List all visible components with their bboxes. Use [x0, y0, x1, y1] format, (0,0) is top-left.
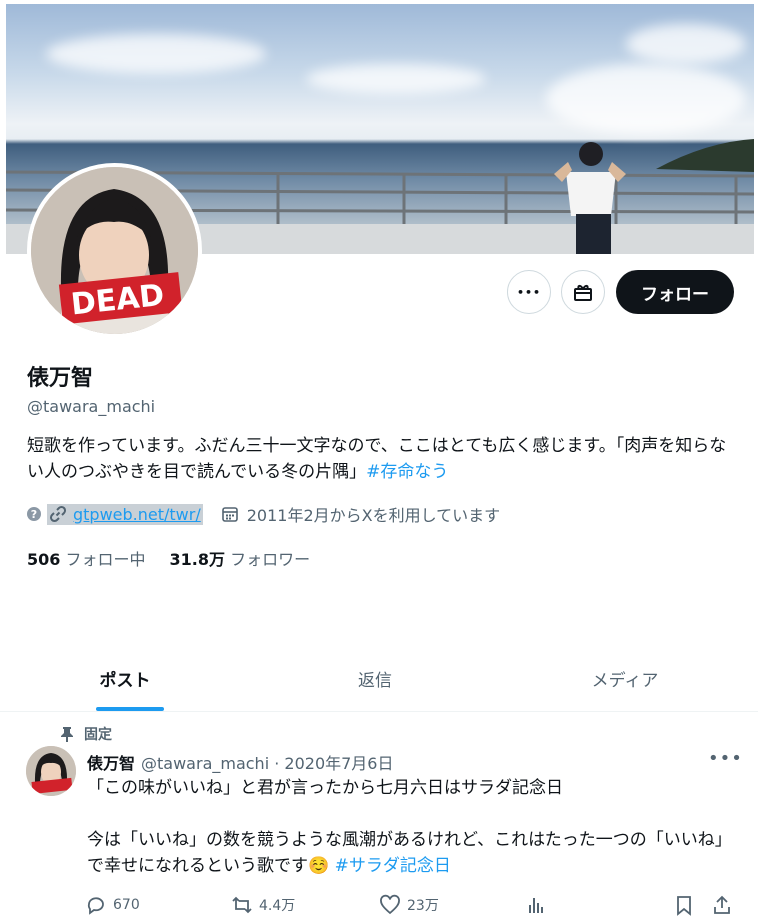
profile-avatar[interactable]: DEAD	[27, 163, 202, 338]
bio-hashtag-link[interactable]: #存命なう	[366, 462, 448, 482]
share-button[interactable]	[711, 894, 733, 916]
repost-icon	[232, 896, 252, 914]
website-link[interactable]: gtpweb.net/twr/	[47, 503, 203, 525]
heart-icon	[380, 894, 400, 915]
followers-link[interactable]: 31.8万 フォロワー	[170, 546, 311, 570]
post-author-meta[interactable]: @tawara_machi · 2020年7月6日	[141, 750, 393, 774]
post-hashtag-link[interactable]: #サラダ記念日	[335, 856, 451, 876]
share-icon	[714, 895, 730, 914]
views-button[interactable]	[525, 894, 547, 916]
follow-button[interactable]: フォロー	[616, 270, 734, 314]
more-dots-icon: •••	[516, 285, 542, 299]
bookmark-button[interactable]	[673, 894, 695, 916]
post-author-name[interactable]: 俵万智	[87, 750, 135, 774]
post-author-avatar[interactable]	[26, 746, 76, 796]
tab-replies[interactable]: 返信	[250, 650, 500, 711]
like-button[interactable]: 23万	[379, 894, 439, 916]
profile-handle: @tawara_machi	[27, 397, 156, 416]
gift-button[interactable]	[561, 270, 605, 314]
profile-bio: 短歌を作っています。ふだん三十一文字なので、ここはとても広く感じます。「肉声を知…	[27, 433, 737, 485]
gift-icon	[574, 285, 592, 301]
tab-media[interactable]: メディア	[500, 650, 750, 711]
post-more-icon[interactable]: •••	[708, 748, 743, 769]
profile-tabs: ポスト 返信 メディア	[0, 650, 758, 712]
post-text: 「この味がいいね」と君が言ったから七月六日はサラダ記念日 今は「いいね」の数を競…	[87, 775, 737, 879]
post-header: 俵万智 @tawara_machi · 2020年7月6日	[87, 750, 393, 774]
tab-posts[interactable]: ポスト	[0, 650, 250, 711]
repost-button[interactable]: 4.4万	[231, 894, 295, 916]
joined-date: 2011年2月からXを利用しています	[246, 506, 501, 525]
post-line-2: 今は「いいね」の数を競うような風潮があるけれど、これはたった一つの「いいね」で幸…	[87, 830, 732, 876]
pinned-label: 固定	[60, 724, 112, 744]
active-tab-indicator	[96, 707, 164, 711]
reply-button[interactable]: 670	[85, 894, 140, 916]
post-line-1: 「この味がいいね」と君が言ったから七月六日はサラダ記念日	[87, 778, 563, 798]
following-link[interactable]: 506 フォロー中	[27, 546, 146, 570]
smile-emoji: ☺️	[308, 856, 330, 876]
bookmark-icon	[677, 896, 691, 916]
calendar-icon	[221, 505, 239, 523]
help-icon[interactable]: ?	[27, 507, 41, 521]
analytics-icon	[529, 898, 543, 913]
website-text: gtpweb.net/twr/	[73, 504, 201, 524]
follow-counts: 506 フォロー中 31.8万 フォロワー	[27, 546, 310, 570]
link-icon	[49, 505, 67, 523]
profile-meta: ? gtpweb.net/twr/ 2011年2月からXを利用しています	[27, 501, 500, 527]
profile-name: 俵万智	[27, 366, 94, 391]
reply-icon	[87, 897, 104, 915]
more-options-button[interactable]: •••	[507, 270, 551, 314]
post-actions: 670 4.4万 23万	[85, 894, 745, 920]
pin-icon	[61, 727, 73, 742]
